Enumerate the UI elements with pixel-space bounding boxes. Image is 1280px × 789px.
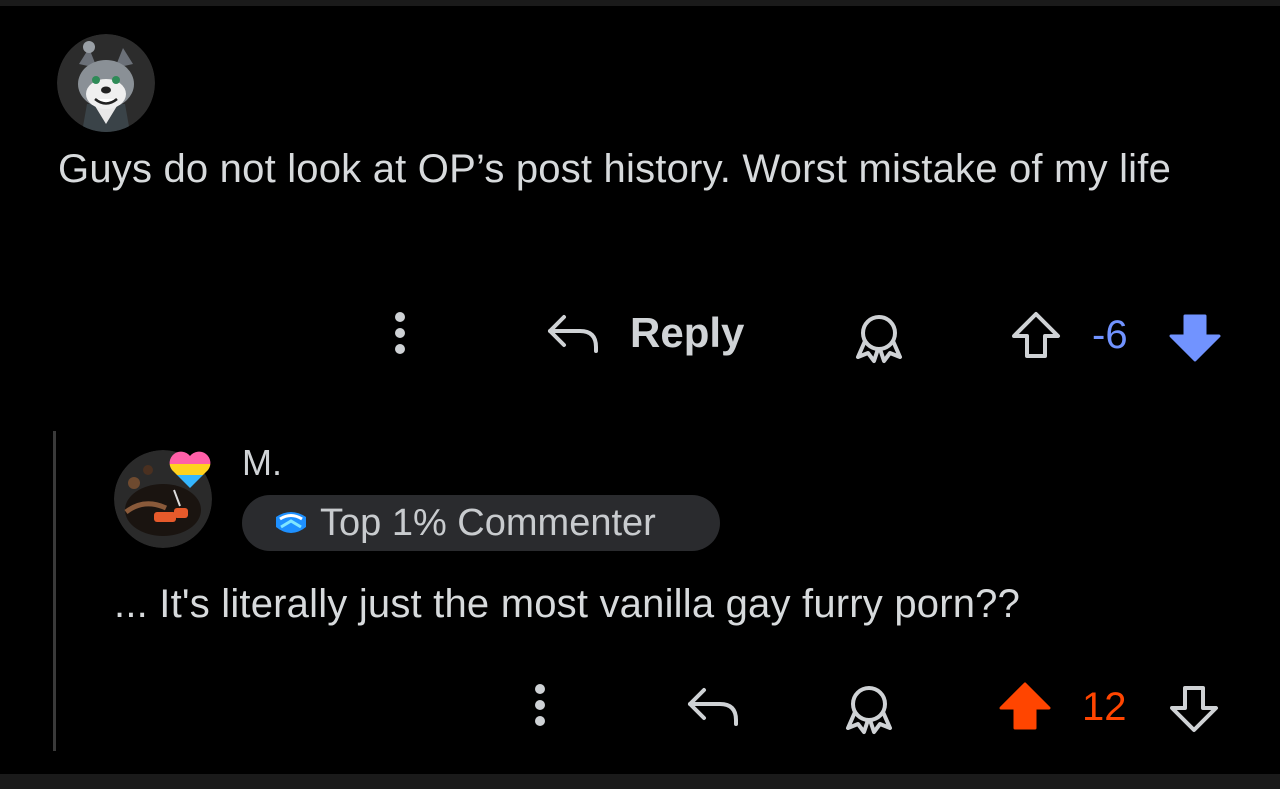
upvote-arrow-icon[interactable] — [1010, 310, 1062, 362]
pride-heart-icon — [169, 451, 211, 488]
award-icon[interactable] — [852, 311, 906, 365]
thread-line[interactable] — [53, 431, 56, 751]
commenter-badge-icon — [276, 512, 306, 533]
downvote-arrow-icon[interactable] — [1168, 682, 1220, 734]
username[interactable]: M. — [242, 443, 282, 483]
reply-arrow-icon — [548, 315, 598, 353]
reply-label: Reply — [630, 309, 745, 356]
award-icon[interactable] — [842, 682, 896, 736]
comment-body: Guys do not look at OP’s post history. W… — [58, 147, 1172, 191]
more-vertical-icon[interactable] — [390, 309, 410, 357]
downvote-arrow-icon[interactable] — [1168, 310, 1222, 364]
reply-button[interactable]: Reply — [540, 303, 760, 363]
comment-thread: Guys do not look at OP’s post history. W… — [0, 6, 1280, 774]
user-flair: Top 1% Commenter — [242, 495, 720, 551]
reply-arrow-icon[interactable] — [684, 682, 740, 730]
vote-score: -6 — [1092, 313, 1128, 357]
upvote-arrow-icon[interactable] — [998, 680, 1052, 734]
user-avatar-wolf[interactable] — [57, 34, 155, 132]
more-vertical-icon[interactable] — [530, 681, 550, 729]
vote-score: 12 — [1082, 685, 1127, 729]
flair-label: Top 1% Commenter — [320, 502, 656, 544]
comment-body: ... It's literally just the most vanilla… — [114, 582, 1021, 626]
